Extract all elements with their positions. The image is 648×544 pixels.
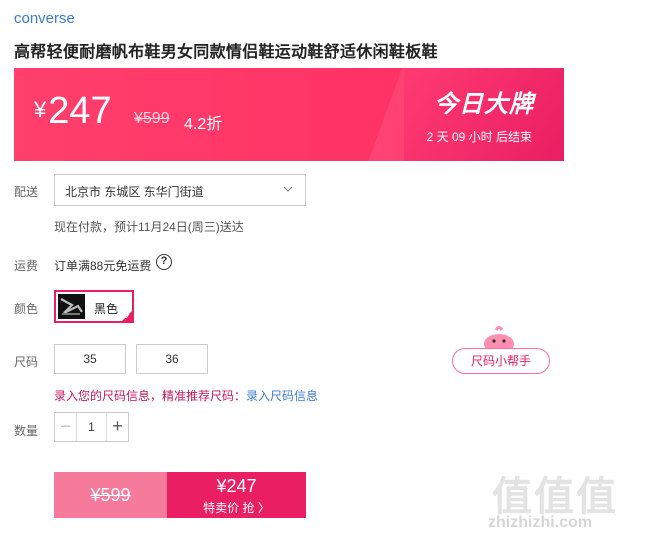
address-select[interactable]: 北京市 东城区 东华门街道 [54,174,306,206]
size-tip: 录入您的尺码信息，精准推荐尺码：录入尺码信息 [54,387,318,404]
size-option-35[interactable]: 35 [54,344,126,374]
shoe-thumbnail [58,294,85,319]
quantity-label: 数量 [14,424,39,438]
plus-button[interactable]: + [106,413,128,441]
size-option-36[interactable]: 36 [136,344,208,374]
delivery-label: 配送 [14,185,39,199]
delivery-note: 现在付款，预计11月24日(周三)送达 [54,220,244,234]
quantity-input[interactable]: 1 [77,413,106,441]
size-tip-text: 录入您的尺码信息，精准推荐尺码： [54,389,247,403]
price-banner: ¥247 ¥599 4.2折 今日大牌 2 天 09 小时 后结束 [14,68,564,161]
size-entry-link[interactable]: 录入尺码信息 [246,389,318,403]
promo-title: 今日大牌 [434,91,534,118]
shoe-thumbnail-image [58,294,85,319]
buy-original-price[interactable]: ¥599 [54,472,167,518]
watermark-url: zhizhizhi.com [488,514,592,531]
size-helper-button[interactable]: 尺码小帮手 [452,348,550,374]
current-price-value: 247 [48,90,112,132]
deal-price: ¥247 [216,476,257,496]
current-price: ¥247 [34,90,112,133]
chevron-down-icon [283,186,293,192]
address-value: 北京市 东城区 东华门街道 [65,185,204,199]
minus-button[interactable]: − [55,413,77,441]
help-icon[interactable]: ? [156,254,172,270]
checkmark-icon: ✓ [124,312,131,321]
brand-name[interactable]: converse [14,10,75,27]
color-option-label: 黑色 [94,302,119,316]
countdown: 2 天 09 小时 后结束 [426,130,532,144]
shipping-label: 运费 [14,259,39,273]
watermark: 值值值 zhizhizhi.com [488,464,638,538]
buy-bar: ¥599 ¥247 特卖价 抢 〉 [54,472,306,518]
product-title: 高帮轻便耐磨帆布鞋男女同款情侣鞋运动鞋舒适休闲鞋板鞋 [14,44,438,61]
color-label: 颜色 [14,302,39,316]
currency-symbol: ¥ [34,97,47,122]
buy-now-button[interactable]: ¥247 特卖价 抢 〉 [167,472,306,518]
original-price: ¥599 [134,110,170,127]
deal-label: 特卖价 抢 〉 [203,501,270,515]
shipping-text: 订单满88元免运费 [54,259,152,273]
size-label: 尺码 [14,355,39,369]
quantity-stepper: − 1 + [54,412,129,442]
color-option-black[interactable]: 黑色 ✓ [54,290,134,323]
discount-label: 4.2折 [184,116,223,133]
